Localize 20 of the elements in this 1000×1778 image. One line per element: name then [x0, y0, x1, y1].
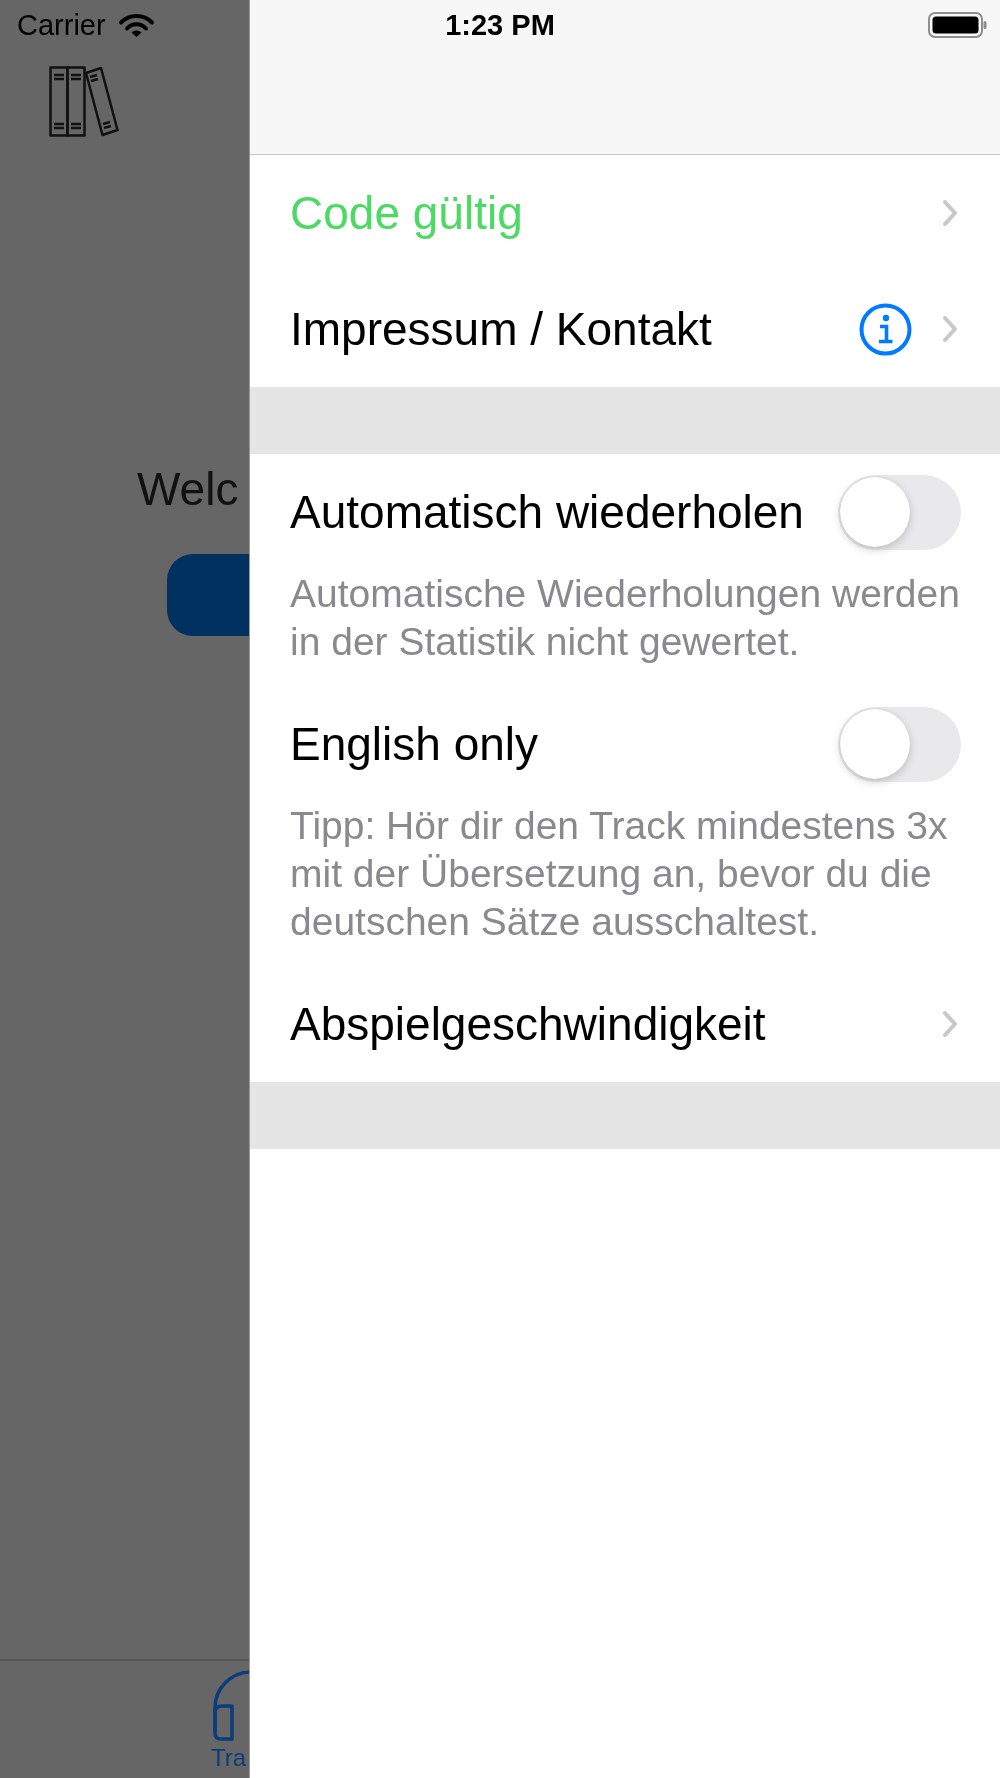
setting-description: Tipp: Hör dir den Track mindestens 3x mit der Übersetzung an, bevor du die deutschen Sätze ausschaltest. [289, 803, 949, 945]
setting-label: Automatisch wiederholen [290, 485, 804, 539]
info-icon[interactable] [859, 302, 912, 356]
chevron-right-icon [942, 1010, 958, 1038]
page-heading: Welc [137, 466, 239, 512]
clock-time: 1:23 PM [445, 9, 555, 41]
menu-item[interactable]: Impressum / Kontakt [250, 271, 1000, 387]
headphones-icon [212, 1669, 250, 1741]
battery-icon [928, 12, 987, 38]
setting-description: Automatische Wiederholungen werden in der Statistik nicht gewertet. [289, 571, 961, 665]
chevron-right-icon [942, 315, 958, 343]
primary-button[interactable] [167, 554, 249, 636]
menu-item[interactable]: Abspielgeschwindigkeit [250, 966, 1000, 1082]
books-icon[interactable] [49, 66, 119, 137]
setting-label: English only [290, 717, 539, 771]
carrier-label: Carrier [17, 9, 106, 41]
toggle-switch[interactable] [838, 474, 961, 550]
wifi-icon [117, 12, 155, 38]
toggle-switch[interactable] [838, 706, 961, 782]
chevron-right-icon [942, 199, 958, 227]
